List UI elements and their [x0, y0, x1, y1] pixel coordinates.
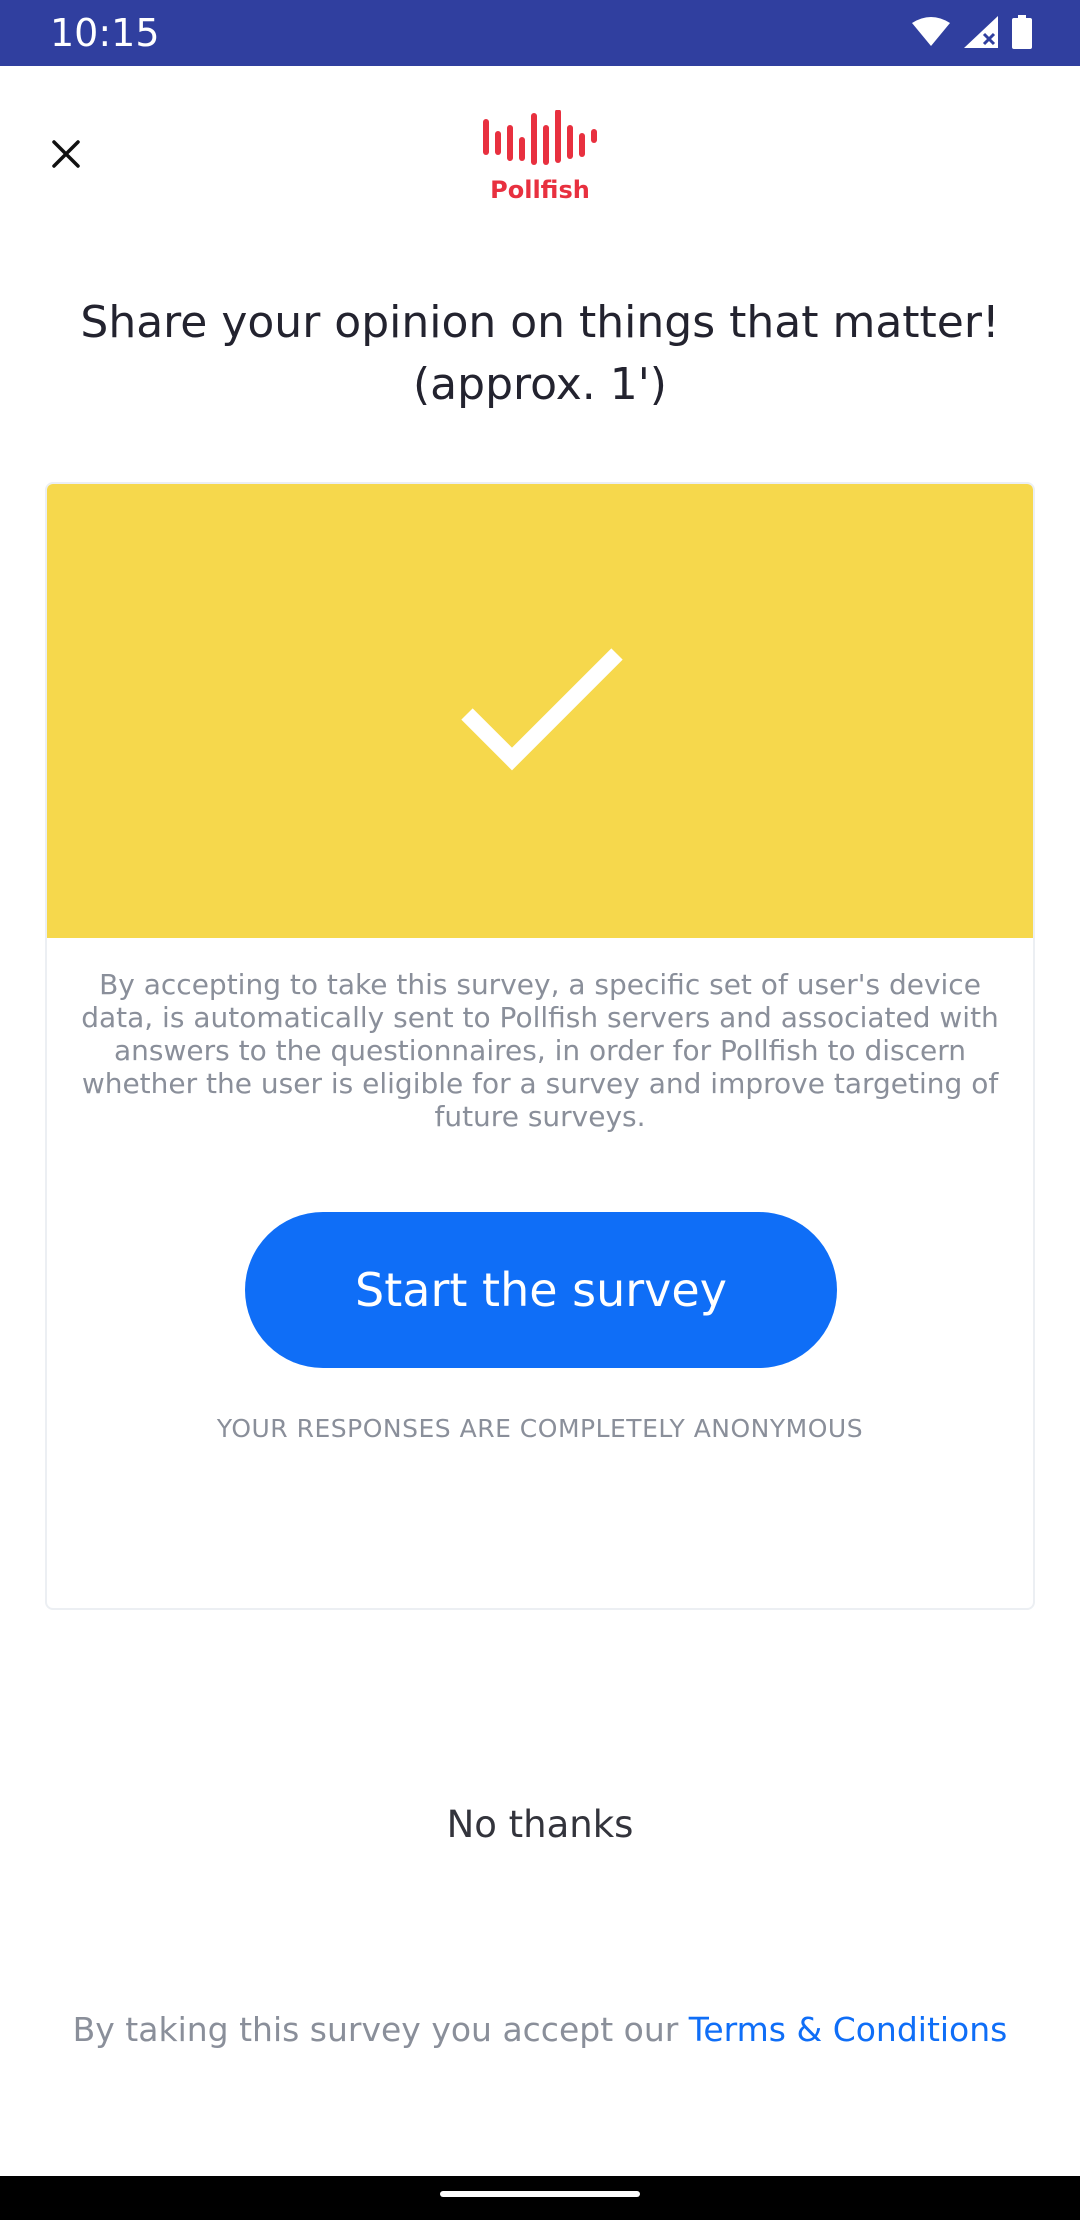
- status-time: 10:15: [50, 11, 160, 55]
- logo-text: Pollfish: [490, 176, 590, 204]
- logo-bars-icon: [483, 109, 597, 165]
- status-bar: 10:15: [0, 0, 1080, 66]
- wifi-icon: [912, 16, 950, 52]
- headline: Share your opinion on things that matter…: [80, 297, 1000, 410]
- card-banner: [47, 484, 1033, 938]
- navigation-bar: [0, 2176, 1080, 2220]
- terms-link[interactable]: Terms & Conditions: [689, 2010, 1008, 2049]
- terms-footer: By taking this survey you accept our Ter…: [0, 2010, 1080, 2049]
- home-indicator[interactable]: [440, 2191, 640, 2197]
- status-icons: [912, 14, 1032, 54]
- survey-card: By accepting to take this survey, a spec…: [45, 482, 1035, 1610]
- terms-prefix: By taking this survey you accept our: [72, 2010, 689, 2049]
- close-button[interactable]: [42, 132, 90, 180]
- start-survey-button[interactable]: Start the survey: [245, 1212, 837, 1368]
- signal-icon: [964, 15, 998, 53]
- checkmark-icon: [461, 648, 623, 771]
- anonymous-note: YOUR RESPONSES ARE COMPLETELY ANONYMOUS: [216, 1414, 864, 1443]
- battery-icon: [1012, 14, 1032, 54]
- no-thanks-button[interactable]: No thanks: [390, 1790, 690, 1860]
- close-icon: [51, 139, 81, 174]
- disclaimer-text: By accepting to take this survey, a spec…: [81, 968, 999, 1133]
- pollfish-logo: Pollfish: [480, 109, 600, 206]
